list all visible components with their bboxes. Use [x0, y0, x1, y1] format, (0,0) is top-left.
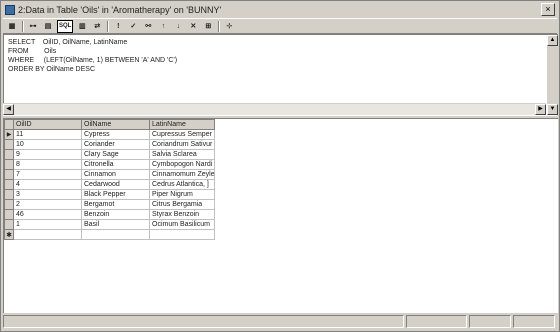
cell-latinname[interactable]: Ocimum Basilicum: [149, 219, 215, 230]
row-selector[interactable]: [4, 219, 14, 230]
title-bar[interactable]: 2:Data in Table 'Oils' in 'Aromatherapy'…: [3, 3, 557, 17]
cell-latinname[interactable]: Cupressus Semper: [149, 129, 215, 140]
cell-oilname[interactable]: Citronella: [81, 159, 150, 170]
cell-oilname[interactable]: Benzoin: [81, 209, 150, 220]
toolbar-separator: [107, 20, 110, 32]
cell-oilid[interactable]: 1: [13, 219, 82, 230]
group-by-button[interactable]: ⊞: [202, 21, 214, 32]
scroll-left-arrow[interactable]: ◀: [3, 104, 14, 115]
cell-oilid[interactable]: 4: [13, 179, 82, 190]
window-title: 2:Data in Table 'Oils' in 'Aromatherapy'…: [18, 5, 222, 15]
cell-oilname[interactable]: Cypress: [81, 129, 150, 140]
new-row-cell[interactable]: [149, 229, 215, 240]
cell-oilid[interactable]: 3: [13, 189, 82, 200]
table-row[interactable]: 1 Basil Ocimum Basilicum: [4, 219, 215, 230]
table-row[interactable]: 2 Bergamot Citrus Bergamia: [4, 199, 215, 210]
add-table-button[interactable]: ⊹: [223, 21, 235, 32]
results-grid: OilID OilName LatinName ▶ 11 Cypress Cupres…: [4, 119, 215, 240]
row-selector[interactable]: [4, 199, 14, 210]
column-header-oilid[interactable]: OilID: [13, 119, 82, 130]
table-row[interactable]: 10 Coriander Coriandrum Sativur: [4, 139, 215, 150]
cell-oilname[interactable]: Cinnamon: [81, 169, 150, 180]
row-selector[interactable]: [4, 169, 14, 180]
status-panel-3: [469, 315, 512, 328]
toolbar-separator: [22, 20, 24, 32]
scroll-up-arrow[interactable]: ▲: [547, 35, 558, 46]
table-row[interactable]: 3 Black Pepper Piper Nigrum: [4, 189, 215, 200]
cell-oilid[interactable]: 10: [13, 139, 82, 150]
table-row[interactable]: 4 Cedarwood Cedrus Atlantica, ]: [4, 179, 215, 190]
cell-oilname[interactable]: Cedarwood: [81, 179, 150, 190]
cell-oilid[interactable]: 46: [13, 209, 82, 220]
show-diagram-pane-button[interactable]: ⊶: [27, 21, 39, 32]
toolbar-separator: [218, 20, 221, 32]
scroll-down-arrow[interactable]: ▼: [547, 104, 558, 115]
row-selector[interactable]: [4, 159, 14, 170]
results-grid-pane[interactable]: OilID OilName LatinName ▶ 11 Cypress Cupres…: [3, 118, 558, 313]
sql-text[interactable]: SELECT OilID, OilName, LatinName FROM Oi…: [8, 38, 528, 74]
sql-horizontal-scrollbar[interactable]: ◀ ▶: [3, 103, 546, 115]
show-sql-pane-button[interactable]: SQL: [57, 19, 74, 33]
change-query-type-button[interactable]: ⇄: [91, 21, 103, 32]
cell-oilid[interactable]: 2: [13, 199, 82, 210]
sort-ascending-button[interactable]: ↑: [157, 21, 169, 32]
new-row-star-icon[interactable]: ✱: [4, 229, 14, 240]
status-panel-2: [405, 315, 468, 328]
cell-latinname[interactable]: Salvia Sclarea: [149, 149, 215, 160]
table-row[interactable]: 8 Citronella Cymbopogon Nardi: [4, 159, 215, 170]
new-row-cell[interactable]: [81, 229, 150, 240]
status-panel-main: [3, 315, 404, 328]
row-selector[interactable]: [4, 149, 14, 160]
cell-oilid[interactable]: 7: [13, 169, 82, 180]
column-header-oilname[interactable]: OilName: [81, 119, 150, 130]
properties-icon[interactable]: ▦: [6, 21, 18, 32]
verify-sql-button[interactable]: ✓: [127, 21, 139, 32]
cell-oilid[interactable]: 8: [13, 159, 82, 170]
row-selector[interactable]: [4, 209, 14, 220]
cell-latinname[interactable]: Styrax Benzoin: [149, 209, 215, 220]
cell-latinname[interactable]: Cymbopogon Nardi: [149, 159, 215, 170]
cell-oilname[interactable]: Bergamot: [81, 199, 150, 210]
new-row-cell[interactable]: [13, 229, 82, 240]
row-selector-header[interactable]: [4, 119, 14, 130]
cell-latinname[interactable]: Coriandrum Sativur: [149, 139, 215, 150]
cell-oilid[interactable]: 11: [13, 129, 82, 140]
window-icon: [5, 5, 15, 15]
remove-filter-button[interactable]: ⚯: [142, 21, 154, 32]
cell-oilname[interactable]: Basil: [81, 219, 150, 230]
run-button[interactable]: !: [112, 21, 124, 32]
scroll-right-arrow[interactable]: ▶: [535, 104, 546, 115]
cell-oilid[interactable]: 9: [13, 149, 82, 160]
cell-latinname[interactable]: Cedrus Atlantica, ]: [149, 179, 215, 190]
cell-latinname[interactable]: Citrus Bergamia: [149, 199, 215, 210]
query-window: 2:Data in Table 'Oils' in 'Aromatherapy'…: [0, 0, 560, 332]
row-selector[interactable]: [4, 189, 14, 200]
cell-oilname[interactable]: Coriander: [81, 139, 150, 150]
sort-descending-button[interactable]: ↓: [172, 21, 184, 32]
new-row[interactable]: ✱: [4, 229, 215, 240]
row-selector[interactable]: ▶: [4, 129, 14, 140]
cell-latinname[interactable]: Cinnamomum Zeyle: [149, 169, 215, 180]
status-bar: [3, 315, 557, 328]
remove-filter-x-button[interactable]: ✕: [187, 21, 199, 32]
show-results-pane-button[interactable]: ▥: [76, 21, 88, 32]
close-button[interactable]: ×: [541, 3, 555, 16]
table-row[interactable]: 46 Benzoin Styrax Benzoin: [4, 209, 215, 220]
sql-vertical-scrollbar[interactable]: ▲ ▼: [547, 35, 558, 115]
grid-header-row: OilID OilName LatinName: [4, 119, 215, 130]
show-grid-pane-button[interactable]: ▤: [42, 21, 54, 32]
status-panel-4: [513, 315, 556, 328]
toolbar: ▦ ⊶ ▤ SQL ▥ ⇄! ✓ ⚯ ↑ ↓ ✕ ⊞ ⊹: [3, 18, 557, 34]
cell-oilname[interactable]: Black Pepper: [81, 189, 150, 200]
current-row-arrow-icon: ▶: [6, 132, 12, 138]
column-header-latinname[interactable]: LatinName: [149, 119, 215, 130]
cell-oilname[interactable]: Clary Sage: [81, 149, 150, 160]
row-selector[interactable]: [4, 139, 14, 150]
row-selector[interactable]: [4, 179, 14, 190]
table-row[interactable]: 7 Cinnamon Cinnamomum Zeyle: [4, 169, 215, 180]
cell-latinname[interactable]: Piper Nigrum: [149, 189, 215, 200]
table-row[interactable]: 9 Clary Sage Salvia Sclarea: [4, 149, 215, 160]
table-row[interactable]: ▶ 11 Cypress Cupressus Semper: [4, 129, 215, 140]
